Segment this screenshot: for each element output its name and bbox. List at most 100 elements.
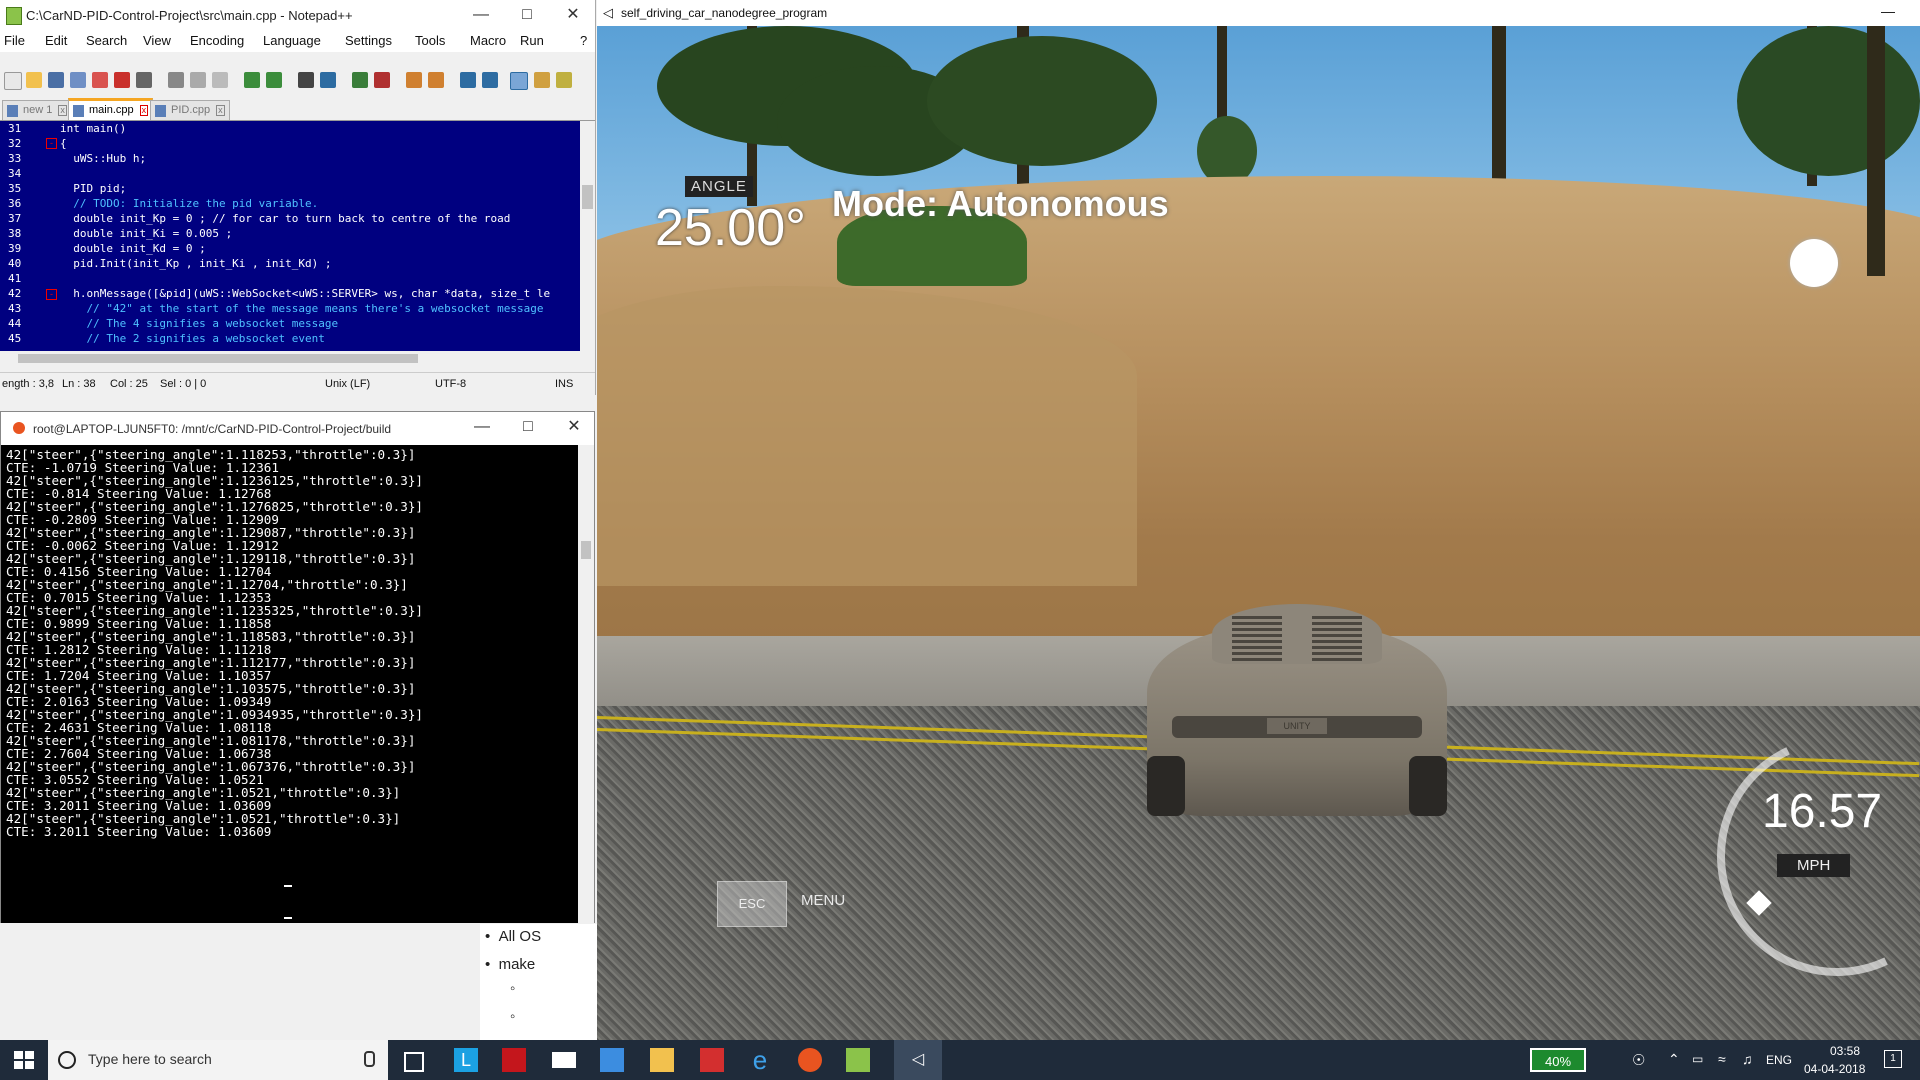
tree-trunk [1867,26,1885,276]
sync-horizontal-icon[interactable] [428,72,444,88]
menu-macro[interactable]: Macro [470,33,506,48]
volume-icon[interactable]: ♫ [1742,1051,1753,1067]
scroll-thumb[interactable] [18,354,418,363]
edge-icon[interactable]: e [748,1047,772,1073]
terminal-scrollbar[interactable] [578,445,594,923]
car-vent [1232,616,1282,661]
minimize-icon[interactable]: — [1881,3,1895,19]
people-icon[interactable]: ☉ [1632,1051,1645,1069]
car: UNITY [1137,596,1457,826]
list-item: • All OS [485,928,542,945]
close-tab-icon[interactable]: x [216,105,225,116]
battery-indicator[interactable]: 40% [1530,1048,1586,1072]
terminal-output[interactable]: 42["steer",{"steering_angle":1.118253,"t… [1,445,578,923]
menu-help[interactable]: ? [580,33,587,48]
taskbar-search-box[interactable]: Type here to search [48,1040,388,1080]
notepad-app-icon [6,7,22,25]
menu-file[interactable]: File [4,33,25,48]
tab-new-1[interactable]: new 1 x [2,100,72,120]
close-tab-icon[interactable]: x [58,105,67,116]
menu-edit[interactable]: Edit [45,33,67,48]
line-number: 38 [8,227,22,240]
terminal-titlebar[interactable]: root@LAPTOP-LJUN5FT0: /mnt/c/CarND-PID-C… [1,412,594,444]
zoom-in-icon[interactable] [352,72,368,88]
menu-view[interactable]: View [143,33,171,48]
open-file-icon[interactable] [26,72,42,88]
save-all-icon[interactable] [70,72,86,88]
print-icon[interactable] [136,72,152,88]
minimize-icon[interactable]: — [459,412,505,442]
menu-label[interactable]: MENU [801,892,845,909]
function-list-icon[interactable] [556,72,572,88]
menu-run[interactable]: Run [520,33,544,48]
save-icon[interactable] [48,72,64,88]
simulator-titlebar[interactable]: ◁ self_driving_car_nanodegree_program — [597,0,1920,26]
code-line: 31 int main() [0,121,580,136]
unity-taskbar-icon[interactable]: ◁ [894,1040,942,1080]
notepad-taskbar-icon[interactable] [846,1048,870,1072]
word-wrap-icon[interactable] [460,72,476,88]
code-editor[interactable]: - - 31 int main() 32{ 33 uWS::Hub h; 34 3… [0,121,580,351]
store-icon[interactable] [600,1048,624,1072]
record-button[interactable] [1790,239,1838,287]
show-all-chars-icon[interactable] [482,72,498,88]
replace-icon[interactable] [320,72,336,88]
notepad-titlebar[interactable]: C:\CarND-PID-Control-Project\src\main.cp… [0,0,595,30]
minimize-icon[interactable]: — [458,0,504,30]
file-explorer-icon[interactable] [650,1048,674,1072]
code-line: 33 uWS::Hub h; [0,151,580,166]
indent-guide-icon[interactable] [510,72,528,90]
wifi-icon[interactable]: ≈ [1718,1051,1726,1067]
editor-vertical-scrollbar[interactable] [580,121,595,351]
code-comment: // The 2 signifies a websocket event [60,332,325,345]
chevron-up-icon[interactable]: ⌃ [1668,1051,1680,1068]
angle-label: ANGLE [685,176,753,197]
cut-icon[interactable] [168,72,184,88]
mcafee-icon[interactable] [502,1048,526,1072]
mail-icon[interactable] [552,1052,576,1068]
notification-icon[interactable]: 1 [1884,1050,1902,1068]
new-file-icon[interactable] [4,72,22,90]
task-view-icon[interactable] [404,1052,424,1072]
car-wheel [1147,756,1185,816]
editor-horizontal-scrollbar[interactable] [0,351,580,366]
esc-button[interactable]: ESC [717,881,787,927]
zoom-out-icon[interactable] [374,72,390,88]
close-file-icon[interactable] [92,72,108,88]
battery-tray-icon[interactable]: ▭ [1692,1052,1703,1066]
maximize-icon[interactable]: □ [505,412,551,442]
clock-time[interactable]: 03:58 [1830,1044,1860,1058]
clock-date[interactable]: 04-04-2018 [1804,1062,1865,1076]
tab-pid-cpp[interactable]: PID.cpp x [150,100,230,120]
copy-icon[interactable] [190,72,206,88]
simulator-scene[interactable]: UNITY ANGLE 25.00° Mode: Autonomous 16.5… [597,26,1920,1040]
redo-icon[interactable] [266,72,282,88]
menu-search[interactable]: Search [86,33,127,48]
menu-language[interactable]: Language [263,33,321,48]
l-app-icon[interactable]: L [454,1048,478,1072]
scroll-thumb[interactable] [582,185,593,209]
search-placeholder: Type here to search [88,1051,212,1067]
close-icon[interactable]: ✕ [551,412,597,442]
ubuntu-taskbar-icon[interactable] [798,1048,822,1072]
paste-icon[interactable] [212,72,228,88]
menu-tools[interactable]: Tools [415,33,445,48]
scroll-thumb[interactable] [581,541,591,559]
close-tab-icon[interactable]: x [139,105,149,116]
tab-main-cpp[interactable]: main.cpp x [68,98,154,120]
close-icon[interactable]: ✕ [550,0,596,30]
menu-encoding[interactable]: Encoding [190,33,244,48]
doc-map-icon[interactable] [534,72,550,88]
microphone-icon[interactable] [364,1051,375,1067]
code-comment: // "42" at the start of the message mean… [60,302,544,315]
menu-settings[interactable]: Settings [345,33,392,48]
close-all-icon[interactable] [114,72,130,88]
language-indicator[interactable]: ENG [1766,1053,1792,1067]
windows-start-icon[interactable] [12,1048,36,1072]
undo-icon[interactable] [244,72,260,88]
sync-vertical-icon[interactable] [406,72,422,88]
red-app-icon[interactable] [700,1048,724,1072]
line-number: 39 [8,242,22,255]
find-icon[interactable] [298,72,314,88]
maximize-icon[interactable]: □ [504,0,550,30]
